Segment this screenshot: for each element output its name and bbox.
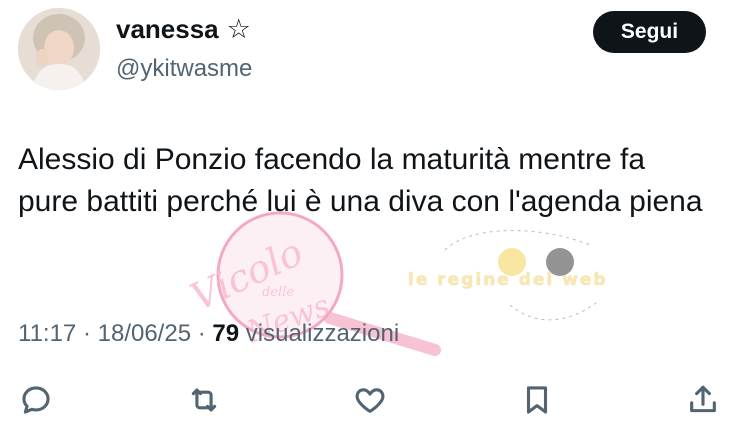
- like-button[interactable]: [350, 380, 390, 420]
- repost-icon: [191, 388, 217, 412]
- bookmark-icon: [526, 386, 548, 414]
- meta-separator: ·: [197, 320, 213, 347]
- share-icon: [690, 385, 716, 413]
- views-label: visualizzazioni: [245, 320, 400, 347]
- share-button[interactable]: [683, 380, 723, 420]
- user-handle[interactable]: @ykitwasme: [116, 55, 252, 83]
- watermark-brand: le regine del web: [408, 270, 608, 290]
- heart-icon: [355, 388, 385, 413]
- tweet-time[interactable]: 11:17: [18, 320, 76, 347]
- avatar[interactable]: [18, 8, 100, 90]
- tweet-meta: 11:17 · 18/06/25 · 79 visualizzazioni: [18, 320, 399, 348]
- meta-separator: ·: [82, 320, 98, 347]
- tweet-text: Alessio di Ponzio facendo la maturità me…: [18, 143, 703, 218]
- reply-icon: [22, 386, 50, 414]
- display-name[interactable]: vanessa: [116, 14, 219, 45]
- star-outline-icon: ☆: [226, 14, 251, 44]
- views-count: 79: [212, 320, 240, 347]
- watermark-line1: Vicolo: [184, 230, 310, 320]
- display-name-row[interactable]: vanessa ☆: [116, 14, 251, 45]
- bookmark-button[interactable]: [517, 380, 557, 420]
- tweet-date[interactable]: 18/06/25: [98, 320, 191, 347]
- follow-button[interactable]: Segui: [593, 11, 706, 53]
- repost-button[interactable]: [184, 380, 224, 420]
- reply-button[interactable]: [16, 380, 56, 420]
- watermark-line2: delle: [262, 285, 294, 300]
- avatar-image: [18, 8, 100, 90]
